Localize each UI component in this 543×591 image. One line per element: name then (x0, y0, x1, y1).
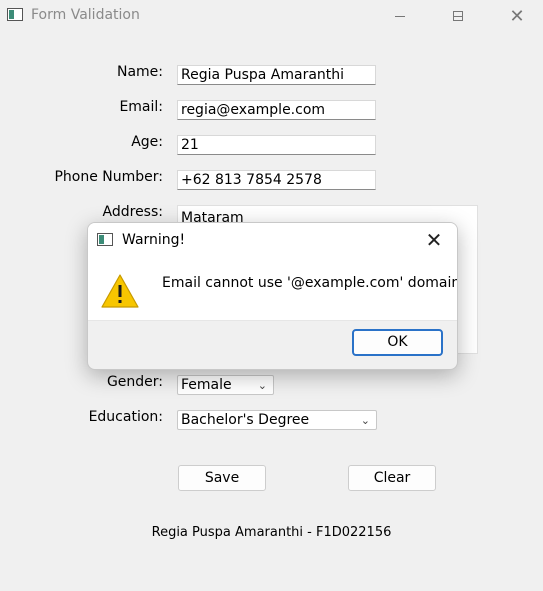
maximize-icon (453, 11, 463, 21)
name-label: Name: (116, 64, 163, 80)
email-label: Email: (119, 99, 163, 115)
gender-select[interactable]: Female ⌄ (177, 375, 274, 395)
warning-icon (101, 274, 139, 308)
minimize-button-area[interactable] (377, 0, 423, 32)
dialog-app-icon (97, 233, 113, 246)
age-input[interactable]: 21 (177, 135, 376, 155)
gender-label: Gender: (106, 374, 163, 390)
name-input[interactable]: Regia Puspa Amaranthi (177, 65, 376, 85)
app-icon (7, 8, 23, 21)
education-select[interactable]: Bachelor's Degree ⌄ (177, 410, 377, 430)
phone-input[interactable]: +62 813 7854 2578 (177, 170, 376, 190)
warning-dialog: Warning! ✕ Email cannot use '@example.co… (87, 222, 458, 370)
close-icon: ✕ (425, 228, 443, 252)
footer-credit: Regia Puspa Amaranthi - F1D022156 (151, 525, 392, 540)
address-label: Address: (102, 204, 163, 220)
education-value: Bachelor's Degree (181, 412, 310, 428)
window-title: Form Validation (31, 7, 140, 23)
phone-label: Phone Number: (54, 169, 163, 185)
chevron-down-icon: ⌄ (257, 379, 267, 392)
email-input[interactable]: regia@example.com (177, 100, 376, 120)
education-label: Education: (88, 409, 163, 425)
close-icon: ✕ (509, 5, 525, 27)
chevron-down-icon: ⌄ (360, 414, 370, 427)
minimize-icon (395, 15, 405, 17)
maximize-button[interactable] (435, 0, 481, 32)
save-button[interactable]: Save (178, 465, 266, 491)
gender-value: Female (181, 377, 232, 393)
dialog-close-button[interactable]: ✕ (421, 227, 447, 253)
age-label: Age: (131, 134, 163, 150)
close-button[interactable]: ✕ (494, 0, 540, 32)
ok-button[interactable]: OK (352, 329, 443, 356)
dialog-message: Email cannot use '@example.com' domain. (162, 275, 458, 291)
dialog-title: Warning! (122, 232, 186, 248)
clear-button[interactable]: Clear (348, 465, 436, 491)
